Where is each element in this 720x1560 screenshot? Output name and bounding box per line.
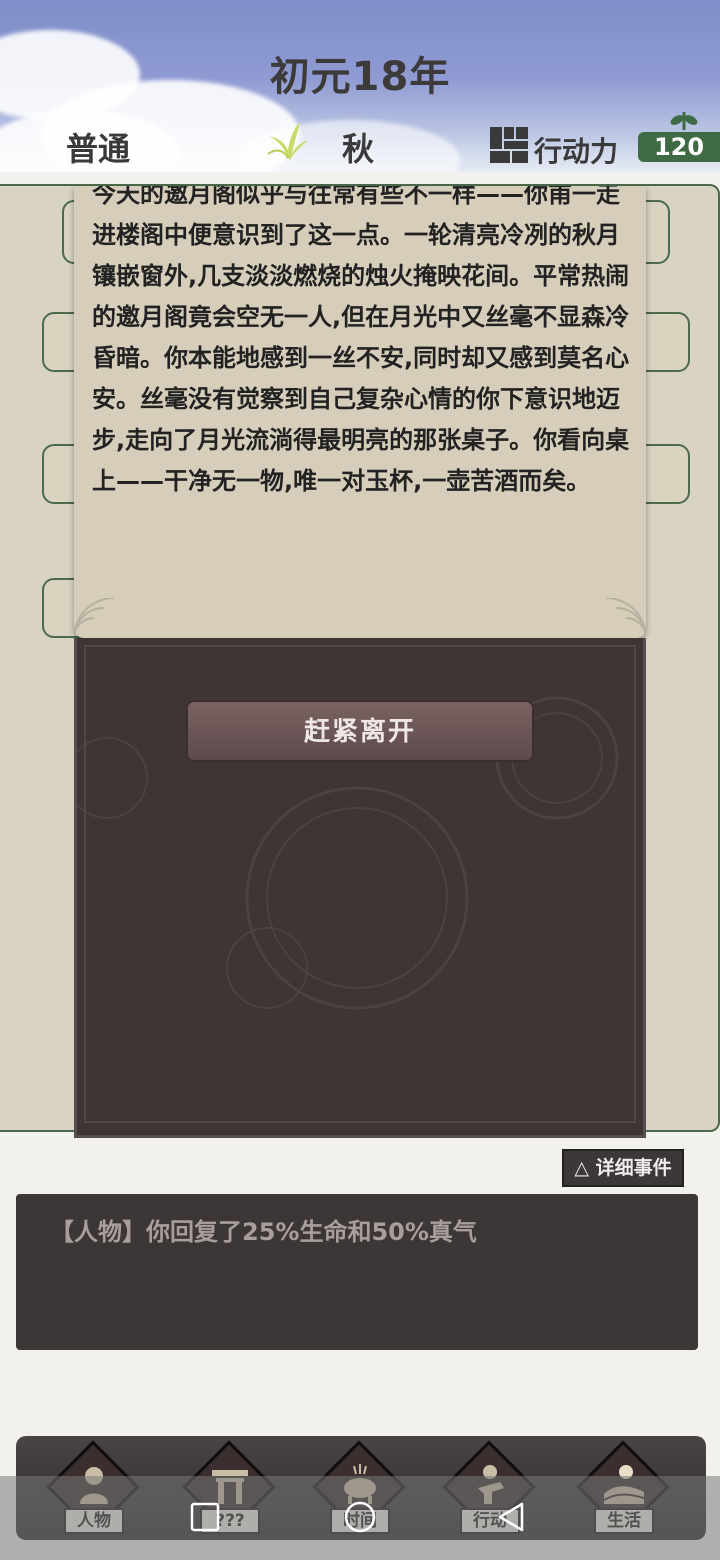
corner-ornament-icon (74, 598, 115, 638)
leaf-icon (267, 122, 308, 160)
recent-apps-icon[interactable] (188, 1500, 222, 1534)
event-text-panel: 今天的邀月阁似乎与往常有些不一样——你甫一走进楼阁中便意识到了这一点。一轮清亮冷… (74, 186, 646, 638)
status-header: 初元18年 普通 秋 行动力 120 (0, 0, 720, 172)
home-icon[interactable] (343, 1500, 377, 1534)
action-points-label: 行动力 (534, 135, 619, 168)
difficulty-label: 普通 (66, 130, 131, 168)
event-description: 今天的邀月阁似乎与往常有些不一样——你甫一走进楼阁中便意识到了这一点。一轮清亮冷… (92, 186, 630, 495)
event-log: 【人物】你回复了25%生命和50%真气 (16, 1194, 698, 1350)
log-entry: 【人物】你回复了25%生命和50%真气 (50, 1218, 477, 1246)
leave-button[interactable]: 赶紧离开 (186, 700, 534, 762)
season-label: 秋 (342, 130, 375, 168)
detail-events-button[interactable]: △ 详细事件 (562, 1149, 684, 1187)
year-title: 初元18年 (269, 54, 451, 100)
back-icon[interactable] (494, 1500, 528, 1534)
action-points-value: 120 (638, 132, 720, 162)
corner-ornament-icon (605, 598, 646, 638)
sprout-icon (670, 112, 698, 131)
action-points-icon (490, 127, 528, 163)
